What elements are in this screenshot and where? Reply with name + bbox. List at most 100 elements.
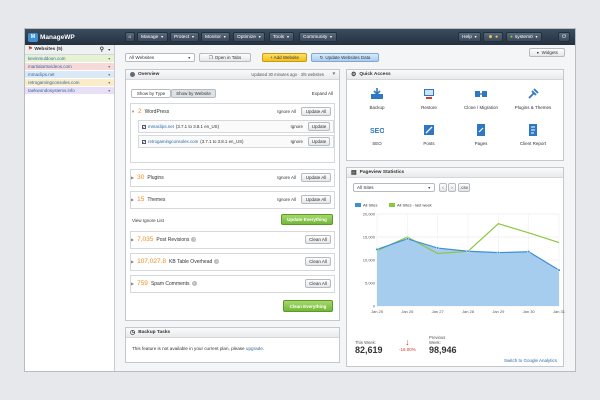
search-icon[interactable]: ⚲: [100, 46, 104, 53]
sidebar-item-site[interactable]: mmaclips.net ▼: [25, 71, 114, 79]
website-filter-select[interactable]: All Websites ▼: [125, 53, 195, 62]
backup-tasks-panel: ◷ Backup Tasks This feature is not avail…: [125, 327, 340, 363]
sidebar-header: ⚑ Websites (5) ⚲ ▼: [25, 45, 114, 55]
ignore-all-button[interactable]: Ignore All: [277, 109, 296, 114]
info-icon[interactable]: ?: [191, 281, 197, 286]
wordpress-site-row: ✓ retrogamingconsoles.com (3.7.1 to 3.8.…: [138, 135, 334, 148]
nav-tools[interactable]: Tools ▼: [269, 32, 294, 42]
chevron-down-icon[interactable]: ▼: [108, 73, 111, 77]
data-point: [496, 251, 500, 255]
chevron-down-icon[interactable]: ▼: [131, 109, 135, 114]
ignore-all-button[interactable]: Ignore All: [277, 175, 296, 180]
update-all-button[interactable]: Update All: [301, 107, 331, 116]
quick-access-posts[interactable]: Posts: [399, 122, 459, 146]
export-csv-button[interactable]: .csv: [458, 183, 470, 192]
sidebar-item-site[interactable]: taekwondosystems.info ▼: [25, 87, 114, 95]
chevron-down-icon[interactable]: ▼: [108, 89, 111, 93]
quick-access-backup[interactable]: Backup: [347, 86, 407, 110]
add-website-button[interactable]: + Add Website: [262, 53, 307, 62]
chevron-down-icon[interactable]: ▼: [108, 65, 111, 69]
widgets-button[interactable]: ▼ Widgets: [529, 48, 565, 57]
quick-access-restore[interactable]: Restore: [399, 86, 459, 110]
help-menu[interactable]: Help ▼: [458, 32, 482, 42]
app-logo[interactable]: M ManageWP: [28, 32, 75, 42]
nav-optimize[interactable]: Optimize ▼: [233, 32, 266, 42]
bar-chart-icon: ▤: [351, 170, 357, 176]
collapse-icon[interactable]: ▾: [333, 72, 335, 77]
spam-comments-row: ▶ 759 Spam Comments ? Clean All: [131, 277, 334, 290]
chevron-right-icon[interactable]: ▶: [131, 197, 134, 202]
ignore-button[interactable]: Ignore: [291, 139, 303, 144]
plugins-icon: [525, 86, 541, 102]
tab-show-by-type[interactable]: Show by Type: [131, 89, 171, 98]
chevron-left-icon: ‹: [442, 185, 444, 190]
open-in-tabs-button[interactable]: ❐ Open in Tabs: [199, 53, 251, 62]
checkbox[interactable]: ✓: [142, 124, 146, 129]
backup-header: ◷ Backup Tasks: [126, 328, 339, 338]
quick-access-panel: ⚙ Quick Access Backup Restore Clone / Mi…: [346, 69, 564, 161]
update-everything-button[interactable]: Update Everything: [281, 214, 333, 225]
user-menu[interactable]: ● system0 ▼: [506, 32, 543, 42]
quick-access-clone[interactable]: Clone / Migration: [451, 86, 511, 110]
checkbox[interactable]: ✓: [142, 139, 146, 144]
info-icon[interactable]: ?: [191, 237, 197, 242]
prev-period-button[interactable]: ‹: [439, 183, 447, 192]
chevron-down-icon[interactable]: ▼: [108, 81, 111, 85]
nav-monitor[interactable]: Monitor ▼: [201, 32, 231, 42]
chevron-down-icon[interactable]: ▼: [108, 57, 111, 61]
sidebar-item-site[interactable]: retrogamingconsoles.com ▼: [25, 79, 114, 87]
app-name: ManageWP: [40, 33, 75, 41]
update-all-button[interactable]: Update All: [301, 195, 331, 204]
chevron-down-icon: ▼: [286, 35, 290, 39]
info-icon[interactable]: ?: [214, 259, 220, 264]
next-period-button[interactable]: ›: [448, 183, 456, 192]
wordpress-row: ▼ 2 WordPress Ignore All Update All: [131, 105, 334, 118]
this-week-stat: This Week: 82,619: [355, 340, 383, 355]
nav-protect[interactable]: Protect ▼: [170, 32, 199, 42]
pageview-site-select[interactable]: All Sites ▼: [353, 183, 435, 192]
chevron-right-icon[interactable]: ▶: [131, 281, 134, 286]
upgrade-link[interactable]: upgrade: [246, 346, 263, 351]
quick-access-client-report[interactable]: Client Report: [503, 122, 563, 146]
switch-to-google-analytics-link[interactable]: Switch to Google Analytics: [504, 358, 557, 363]
clean-all-button[interactable]: Clean All: [305, 279, 331, 288]
tab-show-by-website[interactable]: Show by Website: [171, 89, 216, 98]
chevron-down-icon: ▼: [536, 50, 540, 55]
backup-icon: [369, 86, 385, 102]
clean-everything-button[interactable]: Clean Everything: [283, 300, 333, 312]
nav-manage[interactable]: Manage ▼: [137, 32, 168, 42]
update-websites-data-button[interactable]: ↻ Update Websites Data: [311, 53, 379, 62]
sidebar-item-site[interactable]: kevinmuldoon.com ▼: [25, 55, 114, 63]
chevron-right-icon[interactable]: ▶: [131, 259, 134, 264]
chevron-down-icon: ▼: [473, 35, 478, 39]
refresh-icon: ↻: [319, 54, 324, 60]
clone-icon: [473, 86, 489, 102]
pageview-chart: All Sites All Sites - last week 0 5,000 10,0…: [355, 203, 565, 314]
chevron-right-icon[interactable]: ▶: [131, 237, 134, 242]
home-button[interactable]: ⌂: [125, 32, 135, 42]
ignore-button[interactable]: Ignore: [291, 124, 303, 129]
x-tick-label: Jan 28: [462, 309, 475, 314]
update-button[interactable]: Update: [308, 137, 330, 146]
clean-all-button[interactable]: Clean All: [305, 235, 331, 244]
table-overhead-row: ▶ 107,027.8 KB Table Overhead ? Clean Al…: [131, 255, 334, 268]
nav-community[interactable]: Community ▼: [299, 32, 337, 42]
x-tick-label: Jan 25: [371, 309, 384, 314]
quick-access-plugins-themes[interactable]: Plugins & Themes: [503, 86, 563, 110]
y-tick-label: 20,000: [363, 212, 376, 217]
quick-access-pages[interactable]: Pages: [451, 122, 511, 146]
view-ignore-list-link[interactable]: View Ignore List: [132, 218, 164, 223]
chevron-right-icon[interactable]: ▶: [131, 175, 134, 180]
y-tick-label: 10,000: [363, 258, 376, 263]
chevron-down-icon[interactable]: ▼: [108, 48, 111, 52]
update-button[interactable]: Update: [308, 122, 330, 131]
clean-all-button[interactable]: Clean All: [305, 257, 331, 266]
quick-access-seo[interactable]: SEO SEO: [347, 122, 407, 146]
logout-button[interactable]: ⏻: [558, 32, 570, 42]
sidebar-item-site[interactable]: martialartsvideos.com ▼: [25, 63, 114, 71]
expand-all-link[interactable]: Expand All: [312, 91, 333, 96]
chevron-down-icon: ▼: [534, 35, 539, 39]
ignore-all-button[interactable]: Ignore All: [277, 197, 296, 202]
update-all-button[interactable]: Update All: [301, 173, 331, 182]
notifications-button[interactable]: ☻ ●: [483, 32, 503, 42]
